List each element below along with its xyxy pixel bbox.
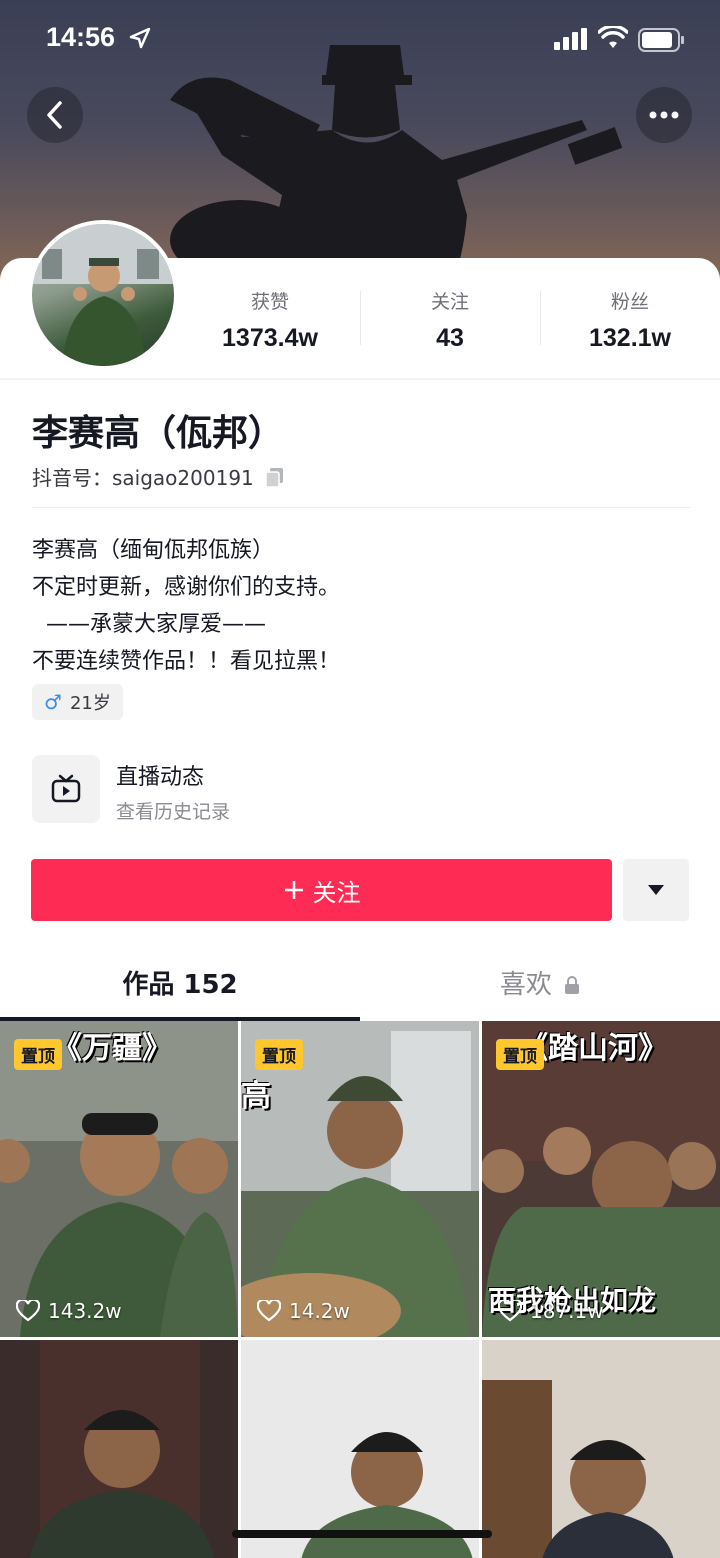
male-icon: ♂ [44, 690, 62, 714]
video-thumbnail-image [301, 1432, 473, 1558]
live-subtitle: 查看历史记录 [116, 801, 231, 823]
likes-count: 14.2w [289, 1299, 350, 1323]
likes-count: 143.2w [48, 1299, 122, 1323]
video-thumbnail-image [30, 1340, 214, 1558]
video-likes: 187.1w [498, 1299, 604, 1323]
pinned-badge: 置顶 [496, 1039, 544, 1070]
profile-stats: 获赞 1373.4w 关注 43 粉丝 132.1w [180, 285, 720, 355]
follow-button[interactable]: 关注 [31, 859, 612, 921]
status-bar: 14:56 [0, 22, 720, 58]
video-thumbnail[interactable]: 《踏山河》 西我枪出如龙 置顶 187.1w [482, 1021, 720, 1337]
live-title: 直播动态 [116, 765, 205, 790]
more-options-button[interactable] [636, 87, 692, 143]
age-label: 21岁 [69, 693, 111, 714]
live-history-entry[interactable]: 直播动态 查看历史记录 [32, 755, 432, 825]
stat-value: 1373.4w [222, 324, 318, 352]
caret-down-icon [648, 885, 664, 895]
plus-icon [284, 881, 303, 899]
video-likes: 14.2w [257, 1299, 350, 1323]
soldier-silhouette-image [170, 45, 623, 270]
stat-value: 132.1w [588, 324, 671, 352]
avatar-photo [32, 224, 174, 366]
copy-icon[interactable] [264, 466, 286, 488]
wifi-icon [598, 26, 628, 48]
tab-likes[interactable]: 喜欢 [360, 955, 720, 1019]
profile-bio: 李赛高（缅甸佤邦佤族） 不定时更新，感谢你们的支持。 ——承蒙大家厚爱—— 不要… [32, 538, 341, 674]
stat-likes[interactable]: 获赞 1373.4w [180, 285, 360, 355]
live-icon-box [32, 755, 100, 823]
douyin-id-row: 抖音号：saigao200191 [32, 462, 286, 491]
likes-count: 187.1w [530, 1299, 604, 1323]
video-thumbnail[interactable]: 《万疆》 置顶 143.2w [0, 1021, 238, 1337]
stat-label: 获赞 [250, 291, 289, 313]
video-thumbnail[interactable] [0, 1340, 238, 1558]
heart-icon [16, 1300, 40, 1322]
stat-followers[interactable]: 粉丝 132.1w [540, 285, 720, 355]
pinned-badge: 置顶 [14, 1039, 62, 1070]
stat-label: 关注 [430, 291, 469, 313]
location-arrow-icon [129, 27, 151, 49]
age-gender-tag: ♂ 21岁 [32, 684, 123, 720]
content-tabs: 作品 152 喜欢 [0, 955, 720, 1021]
recommend-dropdown-button[interactable] [623, 859, 689, 921]
tab-works[interactable]: 作品 152 [0, 955, 360, 1019]
douyin-id: 抖音号：saigao200191 [32, 466, 254, 490]
section-divider [0, 378, 720, 380]
heart-icon [498, 1300, 522, 1322]
more-dots-icon [649, 111, 679, 119]
back-button[interactable] [27, 87, 83, 143]
stat-following[interactable]: 关注 43 [360, 285, 540, 355]
lock-icon [565, 976, 580, 994]
video-thumbnail[interactable]: 高 置顶 14.2w [241, 1021, 479, 1337]
divider [32, 507, 690, 508]
video-thumbnail-image [482, 1380, 674, 1558]
battery-icon [638, 28, 684, 52]
chevron-left-icon [47, 101, 62, 129]
video-caption: 高 [241, 1079, 271, 1114]
stat-label: 粉丝 [610, 291, 649, 313]
pinned-badge: 置顶 [255, 1039, 303, 1070]
video-thumbnail[interactable] [482, 1340, 720, 1558]
video-thumbnail[interactable] [241, 1340, 479, 1558]
follow-label: 关注 [312, 879, 361, 907]
stat-value: 43 [436, 324, 464, 352]
tab-label: 喜欢 [499, 970, 552, 1000]
cellular-signal-icon [554, 28, 587, 50]
video-caption: 《万疆》 [52, 1031, 172, 1066]
tv-icon [51, 774, 81, 803]
home-indicator [232, 1530, 492, 1538]
heart-icon [257, 1300, 281, 1322]
avatar[interactable] [28, 220, 178, 370]
tab-label: 作品 152 [122, 970, 238, 1000]
status-time: 14:56 [46, 22, 116, 52]
profile-name: 李赛高（佤邦） [32, 413, 285, 454]
video-likes: 143.2w [16, 1299, 122, 1323]
